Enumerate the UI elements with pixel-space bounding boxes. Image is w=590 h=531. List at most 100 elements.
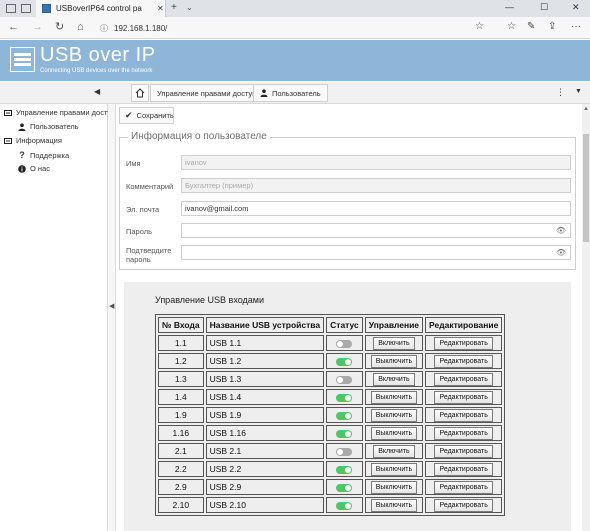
- toggle-port-button[interactable]: Выключить: [370, 480, 418, 494]
- home-button[interactable]: [131, 84, 149, 102]
- edit-port-button[interactable]: Редактировать: [434, 462, 493, 476]
- more-icon[interactable]: ···: [571, 21, 581, 32]
- edit-cell: Редактировать: [425, 407, 503, 423]
- save-button[interactable]: ✔ Сохранить: [119, 107, 174, 124]
- name-field[interactable]: ivanov: [181, 155, 571, 170]
- sidebar-item-access-rights[interactable]: Управление правами досту: [4, 108, 111, 117]
- edit-cell: Редактировать: [425, 497, 503, 513]
- browser-tab[interactable]: USBoverIP64 control pa ✕: [36, 0, 166, 17]
- minus-box-icon: [4, 137, 12, 144]
- tab-preview-icon[interactable]: [21, 4, 31, 13]
- toggle-port-button[interactable]: Включить: [373, 372, 415, 386]
- scrollbar-thumb[interactable]: [583, 134, 589, 242]
- question-icon: ?: [19, 150, 25, 160]
- status-toggle[interactable]: [336, 393, 353, 402]
- favorite-star-icon[interactable]: ☆: [475, 21, 484, 32]
- comment-field[interactable]: Бухгалтер (пример): [181, 178, 571, 193]
- control-cell: Выключить: [364, 353, 424, 369]
- toggle-port-button[interactable]: Выключить: [370, 354, 418, 368]
- device-name-cell: USB 1.3: [205, 371, 325, 387]
- user-info-legend: Информация о пользователе: [128, 131, 270, 142]
- scroll-up-arrow-icon[interactable]: ▲: [583, 106, 589, 112]
- edit-port-button[interactable]: Редактировать: [434, 480, 493, 494]
- tab-user[interactable]: Пользователь: [253, 84, 328, 102]
- user-icon: [18, 122, 26, 131]
- url-field[interactable]: ⓘ 192.168.1.180/: [100, 21, 490, 35]
- status-toggle[interactable]: [336, 411, 353, 420]
- sidebar-splitter[interactable]: ◀: [108, 104, 116, 531]
- edit-port-button[interactable]: Редактировать: [434, 444, 493, 458]
- table-row: 1.4 USB 1.4 Выключить Редактировать: [158, 389, 503, 405]
- toggle-port-button[interactable]: Включить: [373, 444, 415, 458]
- sidebar-item-about[interactable]: О нас: [18, 164, 50, 173]
- refresh-icon[interactable]: ↻: [55, 21, 64, 34]
- toggle-port-button[interactable]: Включить: [373, 336, 415, 350]
- confirm-password-field[interactable]: 👁: [181, 245, 571, 260]
- share-icon[interactable]: ⇪: [548, 21, 556, 32]
- edit-port-button[interactable]: Редактировать: [434, 336, 493, 350]
- password-field[interactable]: 👁: [181, 223, 571, 238]
- edit-cell: Редактировать: [425, 353, 503, 369]
- status-toggle[interactable]: [336, 375, 353, 384]
- status-toggle[interactable]: [336, 501, 353, 510]
- minus-box-icon: [4, 109, 12, 116]
- toggle-port-button[interactable]: Выключить: [370, 462, 418, 476]
- edit-port-button[interactable]: Редактировать: [434, 408, 493, 422]
- toggle-port-button[interactable]: Выключить: [370, 498, 418, 512]
- col-edit: Редактирование: [425, 317, 503, 333]
- edit-port-button[interactable]: Редактировать: [434, 498, 493, 512]
- email-field[interactable]: ivanov@gmail.com: [181, 201, 571, 216]
- status-toggle[interactable]: [336, 429, 353, 438]
- toggle-port-button[interactable]: Выключить: [370, 408, 418, 422]
- port-cell: 1.16: [158, 425, 204, 441]
- new-tab-icon[interactable]: +: [171, 2, 177, 13]
- tab-actions-icon[interactable]: [6, 4, 16, 13]
- sidebar-item-info[interactable]: Информация: [4, 136, 62, 145]
- status-cell: [326, 389, 363, 405]
- close-window-icon[interactable]: ✕: [572, 2, 580, 13]
- vertical-scrollbar[interactable]: ▲: [582, 104, 590, 531]
- kebab-menu-icon[interactable]: ⋮: [556, 87, 565, 98]
- usb-logo-icon: [10, 47, 35, 72]
- table-row: 1.16 USB 1.16 Выключить Редактировать: [158, 425, 503, 441]
- table-row: 1.9 USB 1.9 Выключить Редактировать: [158, 407, 503, 423]
- control-cell: Включить: [364, 371, 424, 387]
- sidebar-item-user[interactable]: Пользователь: [18, 122, 79, 131]
- collapse-left-icon[interactable]: ◀: [94, 87, 100, 96]
- show-confirm-password-eye-icon[interactable]: 👁: [556, 248, 566, 257]
- tab-user-label: Пользователь: [272, 88, 321, 98]
- edit-port-button[interactable]: Редактировать: [434, 354, 493, 368]
- notes-pen-icon[interactable]: ✎: [527, 21, 535, 32]
- status-toggle[interactable]: [336, 483, 353, 492]
- status-toggle[interactable]: [336, 447, 353, 456]
- confirm-password-label: Подтвердите пароль: [126, 246, 172, 264]
- status-toggle[interactable]: [336, 465, 353, 474]
- caret-down-icon[interactable]: ▼: [575, 88, 582, 95]
- show-password-eye-icon[interactable]: 👁: [556, 226, 566, 235]
- edit-port-button[interactable]: Редактировать: [434, 390, 493, 404]
- sidebar-item-support[interactable]: ? Поддержка: [18, 150, 69, 160]
- back-icon[interactable]: ←: [8, 21, 19, 34]
- edit-cell: Редактировать: [425, 389, 503, 405]
- site-info-icon[interactable]: ⓘ: [100, 23, 108, 34]
- tab-list-chevron-icon[interactable]: ⌄: [186, 3, 193, 12]
- minimize-icon[interactable]: —: [505, 2, 514, 12]
- edit-port-button[interactable]: Редактировать: [434, 426, 493, 440]
- brand-tagline: Connecting USB devices over the network: [40, 68, 153, 74]
- maximize-icon[interactable]: ☐: [540, 2, 548, 13]
- email-label: Эл. почта: [126, 205, 160, 214]
- forward-icon[interactable]: →: [32, 21, 43, 34]
- name-label: Имя: [126, 159, 141, 168]
- port-cell: 1.2: [158, 353, 204, 369]
- close-tab-icon[interactable]: ✕: [157, 4, 164, 13]
- home-icon[interactable]: ⌂: [77, 21, 84, 34]
- favorites-bar-icon[interactable]: ☆: [507, 21, 516, 32]
- status-toggle[interactable]: [336, 357, 353, 366]
- edit-port-button[interactable]: Редактировать: [434, 372, 493, 386]
- toggle-port-button[interactable]: Выключить: [370, 390, 418, 404]
- status-toggle[interactable]: [336, 339, 353, 348]
- brand-title: USB over IP: [40, 44, 156, 66]
- control-cell: Включить: [364, 335, 424, 351]
- tab-access-rights[interactable]: Управление правами доступа: [150, 84, 268, 102]
- toggle-port-button[interactable]: Выключить: [370, 426, 418, 440]
